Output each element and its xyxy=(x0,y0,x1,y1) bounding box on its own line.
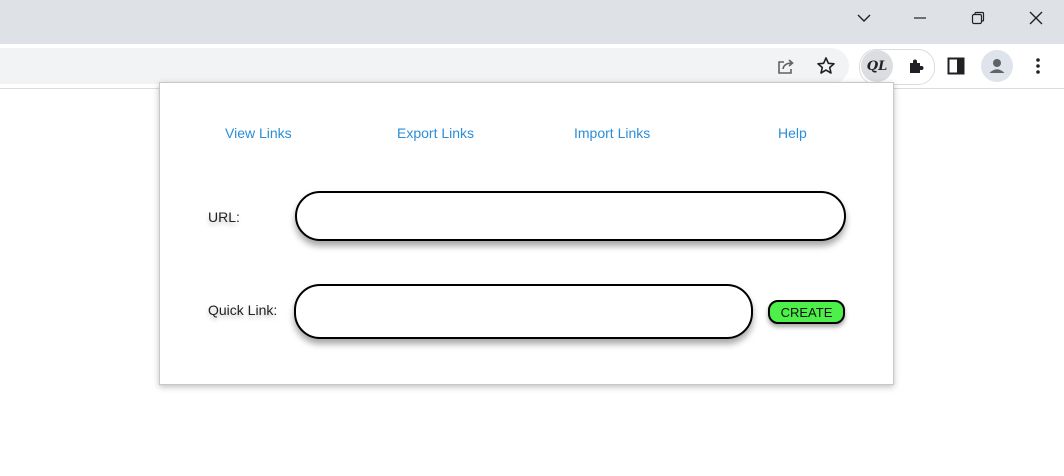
quicklink-extension-button[interactable]: QL xyxy=(861,50,893,82)
side-panel-button[interactable] xyxy=(940,50,972,82)
more-vert-icon xyxy=(1036,58,1040,74)
export-links-link[interactable]: Export Links xyxy=(397,125,474,141)
minimize-button[interactable] xyxy=(892,0,948,36)
tab-search-button[interactable] xyxy=(836,0,892,36)
share-button[interactable] xyxy=(770,50,802,82)
close-icon xyxy=(1029,11,1043,25)
quicklink-extension-icon: QL xyxy=(866,58,888,74)
import-links-link[interactable]: Import Links xyxy=(574,125,650,141)
profile-button[interactable] xyxy=(981,50,1013,82)
url-label: URL: xyxy=(208,209,240,225)
profile-icon xyxy=(989,59,1005,73)
address-bar[interactable] xyxy=(0,48,849,84)
restore-button[interactable] xyxy=(950,0,1006,36)
url-input[interactable] xyxy=(295,191,846,241)
quick-link-label: Quick Link: xyxy=(208,302,278,318)
quick-link-input[interactable] xyxy=(294,284,753,339)
chevron-down-icon xyxy=(857,14,871,22)
quicklink-popup: View Links Export Links Import Links Hel… xyxy=(159,82,894,385)
bookmark-button[interactable] xyxy=(810,50,842,82)
extensions-button[interactable] xyxy=(900,50,932,82)
create-button[interactable]: CREATE xyxy=(768,300,845,324)
help-link[interactable]: Help xyxy=(778,125,807,141)
minimize-icon xyxy=(914,17,926,19)
star-icon xyxy=(817,57,835,74)
close-button[interactable] xyxy=(1008,0,1064,36)
view-links-link[interactable]: View Links xyxy=(225,125,292,141)
side-panel-icon xyxy=(947,57,965,75)
share-icon xyxy=(778,59,794,74)
browser-titlebar xyxy=(0,0,1064,44)
restore-icon xyxy=(971,11,985,25)
puzzle-icon xyxy=(910,59,924,73)
menu-button[interactable] xyxy=(1022,50,1054,82)
